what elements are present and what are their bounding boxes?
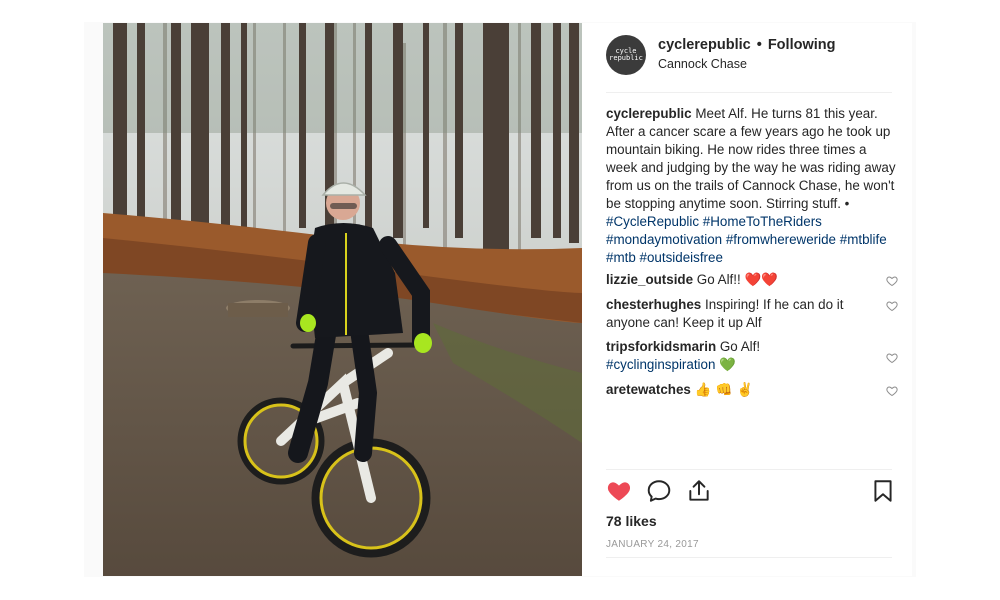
heart-emoji: ❤️❤️ bbox=[744, 273, 778, 288]
comment-item: tripsforkidsmarin Go Alf! #cyclinginspir… bbox=[606, 338, 898, 375]
hashtag-link[interactable]: #mondaymotivation bbox=[606, 232, 722, 247]
comment-username[interactable]: lizzie_outside bbox=[606, 272, 693, 287]
post-header: cycle republic cyclerepublic • Following… bbox=[582, 23, 912, 93]
comments-list: cyclerepublic Meet Alf. He turns 81 this… bbox=[606, 105, 898, 406]
post-date[interactable]: JANUARY 24, 2017 bbox=[606, 539, 699, 550]
comment-item: chesterhughes Inspiring! If he can do it… bbox=[606, 296, 898, 332]
heart-outline-icon[interactable] bbox=[886, 275, 898, 287]
avatar-text-line2: republic bbox=[609, 54, 643, 62]
comment-username[interactable]: tripsforkidsmarin bbox=[606, 339, 716, 354]
comment-text: Go Alf!! bbox=[696, 272, 741, 287]
hashtag-link[interactable]: #mtb bbox=[606, 250, 636, 265]
share-upload-icon[interactable] bbox=[686, 478, 712, 504]
comment-bubble-icon[interactable] bbox=[646, 478, 672, 504]
hashtag-link[interactable]: #mtblife bbox=[840, 232, 887, 247]
comment-username[interactable]: chesterhughes bbox=[606, 297, 701, 312]
hashtag-link[interactable]: #fromwhereweride bbox=[726, 232, 836, 247]
footer-divider bbox=[606, 557, 892, 558]
likes-count[interactable]: 78 likes bbox=[606, 513, 657, 529]
header-divider bbox=[606, 92, 892, 93]
heart-filled-icon[interactable] bbox=[606, 478, 632, 504]
forest-cyclist-photo bbox=[103, 23, 582, 576]
caption-text: Meet Alf. He turns 81 this year. After a… bbox=[606, 106, 896, 211]
green-heart-emoji: 💚 bbox=[719, 358, 736, 373]
header-user-line: cyclerepublic • Following bbox=[658, 37, 835, 53]
bookmark-icon[interactable] bbox=[870, 478, 896, 504]
caption: cyclerepublic Meet Alf. He turns 81 this… bbox=[606, 105, 898, 267]
heart-outline-icon[interactable] bbox=[886, 300, 898, 312]
following-button[interactable]: Following bbox=[768, 37, 836, 53]
hashtag-link[interactable]: #HomeToTheRiders bbox=[703, 214, 822, 229]
post-photo[interactable] bbox=[103, 23, 582, 576]
hashtag-link[interactable]: #CycleRepublic bbox=[606, 214, 699, 229]
caption-username[interactable]: cyclerepublic bbox=[606, 106, 692, 121]
location-link[interactable]: Cannock Chase bbox=[658, 57, 747, 71]
comment-item: lizzie_outside Go Alf!! ❤️❤️ bbox=[606, 271, 898, 290]
heart-outline-icon[interactable] bbox=[886, 352, 898, 364]
actions-divider bbox=[606, 469, 892, 470]
comment-username[interactable]: aretewatches bbox=[606, 382, 691, 397]
hand-emojis: 👍 👊 ✌️ bbox=[694, 383, 754, 398]
avatar[interactable]: cycle republic bbox=[606, 35, 646, 75]
post-side-panel: cycle republic cyclerepublic • Following… bbox=[582, 23, 912, 576]
comment-item: aretewatches 👍 👊 ✌️ bbox=[606, 381, 898, 400]
action-bar bbox=[606, 478, 896, 508]
hashtag-link[interactable]: #outsideisfree bbox=[640, 250, 723, 265]
comment-text: Go Alf! bbox=[719, 339, 761, 354]
hashtag-link[interactable]: #cyclinginspiration bbox=[606, 357, 715, 372]
header-separator: • bbox=[756, 37, 762, 53]
header-username[interactable]: cyclerepublic bbox=[658, 37, 751, 53]
heart-outline-icon[interactable] bbox=[886, 385, 898, 397]
